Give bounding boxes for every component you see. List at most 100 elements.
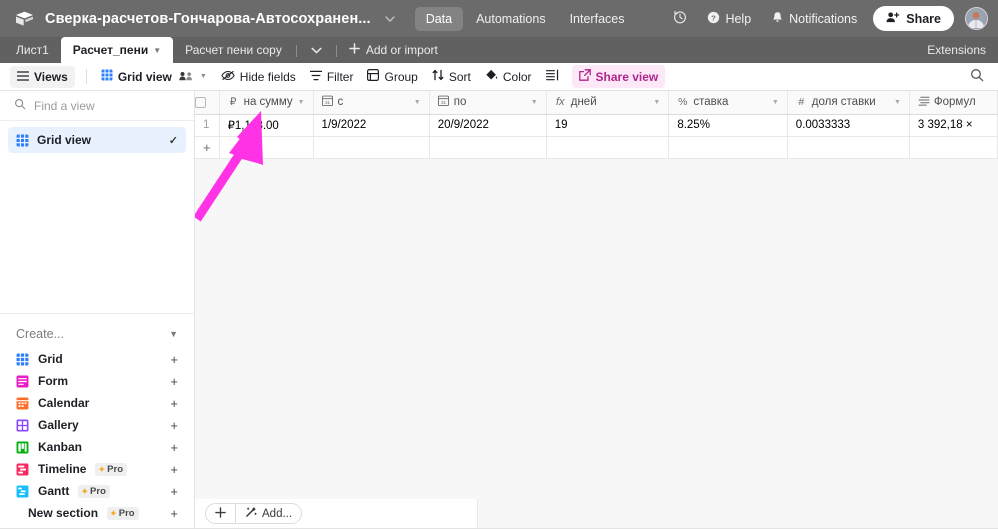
plus-icon[interactable]: + — [170, 352, 178, 367]
plus-icon — [215, 506, 226, 521]
table-list-dropdown-button[interactable] — [299, 37, 334, 63]
checkbox-unchecked-icon — [195, 96, 206, 108]
top-bar: Сверка-расчетов-Гончарова-Автосохранен..… — [0, 0, 998, 37]
plus-icon[interactable]: + — [170, 484, 178, 499]
sidebar-view-grid-view[interactable]: Grid view ✓ — [8, 127, 186, 153]
table-row[interactable]: 1 ₽1,113.00 1/9/2022 20/9/2022 19 8.25% … — [195, 114, 998, 137]
cell-s[interactable]: 1/9/2022 — [313, 114, 430, 137]
chevron-down-icon[interactable]: ▼ — [531, 99, 538, 106]
add-with-ai-button[interactable]: Add... — [236, 504, 301, 523]
add-record-button[interactable] — [206, 504, 235, 523]
top-nav-interfaces[interactable]: Interfaces — [559, 7, 636, 31]
sparkle-icon: ✦ — [81, 486, 89, 496]
chevron-down-icon[interactable]: ▼ — [298, 99, 305, 106]
gridview-selector[interactable]: Grid view ▼ — [94, 65, 214, 88]
create-view-grid[interactable]: Grid + — [0, 348, 194, 370]
create-view-label: Kanban — [38, 440, 83, 454]
color-button[interactable]: Color — [478, 65, 539, 88]
cell-po[interactable]: 20/9/2022 — [429, 114, 547, 137]
cell-dney[interactable]: 19 — [546, 114, 670, 137]
gridview-chevron-down-icon[interactable]: ▼ — [200, 73, 207, 80]
avatar[interactable] — [965, 7, 988, 30]
hide-fields-button[interactable]: Hide fields — [214, 66, 303, 88]
plus-icon[interactable]: + — [170, 440, 178, 455]
percent-icon: % — [678, 96, 688, 109]
column-header-formula[interactable]: Формул — [909, 91, 998, 115]
chevron-down-icon[interactable]: ▼ — [894, 99, 901, 106]
column-header-s[interactable]: 31 с ▼ — [313, 91, 430, 115]
create-view-gantt[interactable]: Gantt ✦ Pro + — [0, 480, 194, 502]
add-row-spacer — [546, 136, 670, 159]
views-button[interactable]: Views — [10, 65, 75, 88]
search-icon — [970, 68, 984, 87]
table-tab-raschet-peni[interactable]: Расчет_пени ▼ — [60, 37, 174, 63]
airtable-logo-icon[interactable] — [14, 9, 34, 29]
cell-na-summu[interactable]: ₽1,113.00 — [219, 114, 314, 137]
add-row-spacer — [909, 136, 998, 159]
color-label: Color — [502, 69, 532, 84]
extensions-button[interactable]: Extensions — [915, 37, 998, 63]
add-or-import-button[interactable]: Add or import — [339, 37, 448, 63]
row-height-button[interactable] — [539, 65, 566, 88]
top-nav-automations[interactable]: Automations — [465, 7, 556, 31]
chevron-down-icon[interactable]: ▼ — [414, 99, 421, 106]
add-row-plus-icon[interactable]: + — [195, 136, 220, 159]
create-view-label: Calendar — [38, 396, 90, 410]
plus-icon[interactable]: + — [170, 396, 178, 411]
cell-stavka[interactable]: 8.25% — [668, 114, 788, 137]
sidebar-view-label: Grid view — [37, 133, 92, 147]
group-button[interactable]: Group — [360, 65, 424, 88]
create-view-form[interactable]: Form + — [0, 370, 194, 392]
sparkle-icon: ✦ — [98, 464, 106, 474]
column-header-stavka[interactable]: % ставка ▼ — [668, 91, 788, 115]
calendar-view-icon — [16, 397, 29, 410]
main-area: Find a view Grid view ✓ Create... ▼ Grid… — [0, 91, 998, 528]
help-button[interactable]: ? Help — [699, 6, 759, 32]
plus-icon[interactable]: + — [170, 462, 178, 477]
create-view-gallery[interactable]: Gallery + — [0, 414, 194, 436]
chevron-down-icon[interactable]: ▼ — [772, 99, 779, 106]
plus-icon[interactable]: + — [170, 418, 178, 433]
plus-icon[interactable]: + — [170, 374, 178, 389]
grid-icon — [101, 69, 113, 84]
create-section-header[interactable]: Create... ▼ — [0, 320, 194, 348]
add-row-spacer — [668, 136, 788, 159]
add-row[interactable]: + — [195, 136, 998, 159]
table-tab-list1[interactable]: Лист1 — [4, 37, 61, 63]
chevron-down-icon[interactable]: ▼ — [169, 329, 178, 339]
table-header-row: ₽ на сумму ▼ 31 с ▼ 31 по ▼ fx дней ▼ % ставка ▼ #… — [195, 91, 998, 115]
new-section-label: New section — [28, 506, 99, 520]
table-tab-raschet-peni-copy[interactable]: Расчет пени copy — [173, 37, 294, 63]
create-view-calendar[interactable]: Calendar + — [0, 392, 194, 414]
column-header-po[interactable]: 31 по ▼ — [429, 91, 547, 115]
create-view-timeline[interactable]: Timeline ✦ Pro + — [0, 458, 194, 480]
filter-button[interactable]: Filter — [303, 66, 361, 88]
gallery-view-icon — [16, 419, 29, 432]
cell-formula[interactable]: 3 392,18 × — [909, 114, 998, 137]
pro-badge: ✦ Pro — [78, 484, 110, 498]
cell-dolya-stavki[interactable]: 0.0033333 — [787, 114, 910, 137]
tab-chevron-down-icon[interactable]: ▼ — [153, 46, 161, 55]
history-button[interactable] — [665, 5, 695, 32]
column-header-dney[interactable]: fx дней ▼ — [546, 91, 670, 115]
tab-label: Лист1 — [16, 43, 49, 57]
find-view-input[interactable]: Find a view — [0, 91, 194, 121]
select-all-checkbox[interactable] — [195, 91, 220, 115]
create-view-kanban[interactable]: Kanban + — [0, 436, 194, 458]
column-header-na-summu[interactable]: ₽ на сумму ▼ — [219, 91, 314, 115]
top-nav-data[interactable]: Data — [414, 6, 464, 31]
share-button[interactable]: Share — [873, 6, 954, 31]
workbook-title-chevron-down-icon[interactable] — [379, 8, 401, 30]
hamburger-icon — [16, 70, 30, 84]
search-button[interactable] — [966, 63, 988, 91]
column-header-dolya-stavki[interactable]: # доля ставки ▼ — [787, 91, 910, 115]
paint-drop-icon — [485, 69, 498, 84]
create-new-section[interactable]: New section ✦ Pro + — [0, 502, 194, 524]
add-row-spacer — [787, 136, 910, 159]
plus-icon[interactable]: + — [170, 506, 178, 521]
notifications-button[interactable]: Notifications — [763, 6, 865, 32]
tab-divider — [295, 45, 297, 57]
chevron-down-icon[interactable]: ▼ — [653, 99, 660, 106]
share-view-button[interactable]: Share view — [571, 65, 666, 88]
sort-button[interactable]: Sort — [425, 65, 478, 88]
